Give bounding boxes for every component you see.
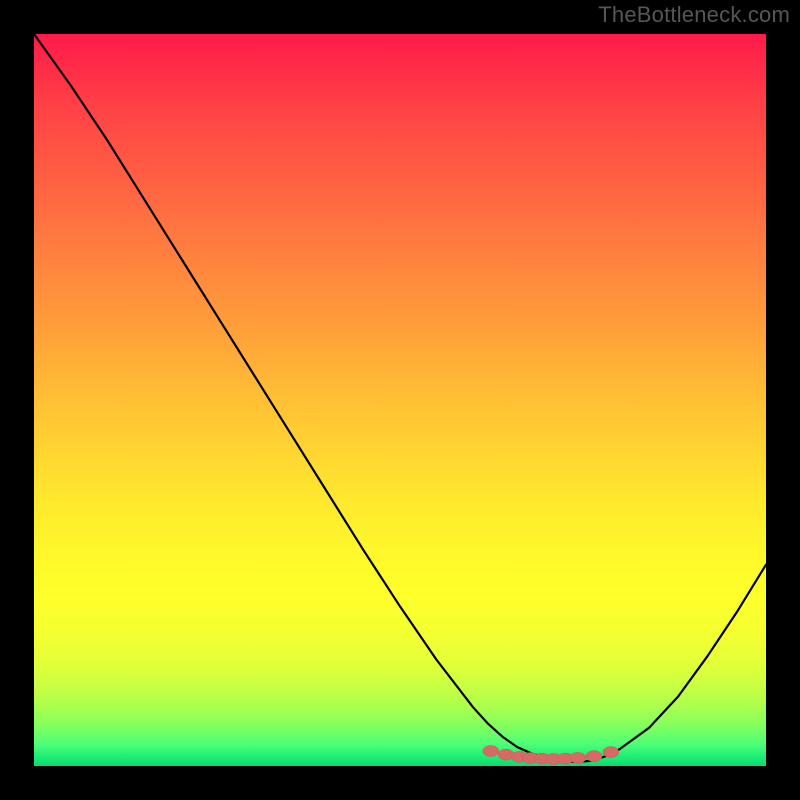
optimal-marker bbox=[570, 752, 586, 763]
curve-overlay bbox=[34, 34, 766, 766]
optimal-marker bbox=[483, 745, 499, 756]
bottleneck-curve bbox=[34, 34, 766, 762]
attribution-label: TheBottleneck.com bbox=[598, 2, 790, 28]
chart-frame: TheBottleneck.com bbox=[0, 0, 800, 800]
optimal-range-markers bbox=[483, 745, 619, 764]
optimal-marker bbox=[586, 751, 602, 762]
optimal-marker bbox=[603, 747, 619, 758]
plot-area bbox=[34, 34, 766, 766]
